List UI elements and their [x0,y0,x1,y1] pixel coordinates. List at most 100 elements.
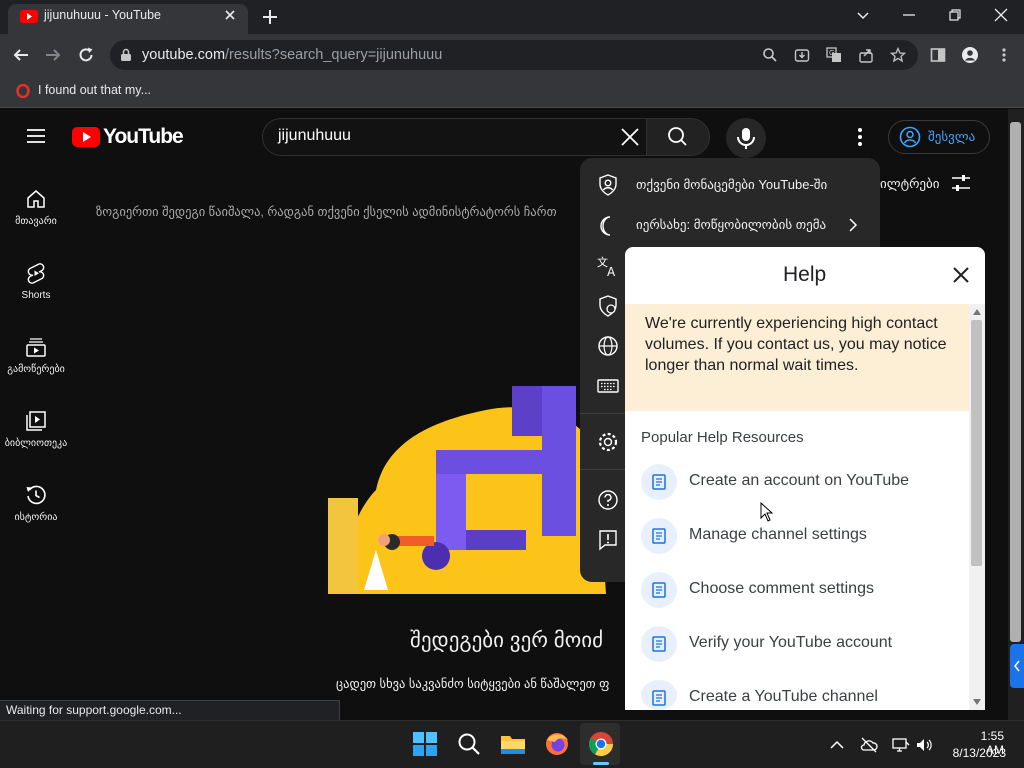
share-icon[interactable] [858,47,874,63]
feedback-icon[interactable] [596,528,620,552]
sidebar-item-history[interactable]: ისტორია [0,484,72,523]
sign-in-label: შესვლა [928,129,976,144]
bookmark-star-icon[interactable] [890,47,906,63]
scroll-down-arrow-icon[interactable] [972,698,982,706]
mouse-cursor-icon [760,502,774,522]
status-text: Waiting for support.google.com... [6,703,182,717]
opera-bookmark-icon [16,84,30,98]
moon-icon [596,214,620,238]
firefox-icon[interactable] [543,730,571,758]
subscriptions-icon [26,338,46,357]
menu-divider [580,413,625,414]
help-icon[interactable] [596,488,620,512]
url-host: youtube.com [142,47,226,63]
help-article-link[interactable]: Manage channel settings [689,526,867,544]
help-article-link[interactable]: Create a YouTube channel [689,688,878,706]
new-tab-icon[interactable] [260,7,280,27]
file-explorer-icon[interactable] [499,730,527,758]
globe-icon[interactable] [596,334,620,358]
restore-icon[interactable] [946,6,964,24]
search-input-value[interactable]: jijunuhuuu [278,127,351,145]
no-results-subtitle: ცადეთ სხვა საკვანძო სიტყვები ან წაშალეთ … [336,677,610,691]
search-button[interactable] [646,118,710,156]
bookmarks-bar [0,76,1024,108]
cloud-offline-icon[interactable] [860,736,878,754]
help-scrollbar-thumb[interactable] [971,320,982,566]
restricted-mode-icon[interactable] [596,294,620,318]
help-article-link[interactable]: Create an account on YouTube [689,472,909,490]
translate-icon[interactable]: 文A [596,254,620,278]
home-icon [27,190,45,208]
close-icon[interactable] [950,264,972,286]
sidebar-item-library[interactable]: ბიბლიოთეკა [0,410,72,449]
chrome-icon[interactable] [587,730,615,758]
forward-icon[interactable] [44,46,62,64]
install-app-icon[interactable] [794,47,810,63]
chevron-up-icon[interactable] [828,736,846,754]
help-title: Help [783,263,827,286]
tab-search-icon[interactable] [854,6,872,24]
active-app-indicator [593,762,609,765]
article-icon [641,518,677,554]
keyboard-icon[interactable] [596,374,620,398]
profile-icon[interactable] [962,47,978,63]
youtube-logo-text[interactable]: YouTube [103,125,184,149]
voice-search-button[interactable] [726,118,766,158]
article-icon [641,464,677,500]
article-icon [641,626,677,662]
no-results-title: შედეგები ვერ მოიძ [410,629,604,652]
url-path: /results?search_query=jijunuhuuu [225,47,443,63]
sidebar-item-shorts[interactable]: Shorts [0,262,72,301]
sidebar-item-label: ისტორია [14,512,58,523]
history-icon [26,485,46,505]
tab-title: jijunuhuuu - YouTube [44,8,161,22]
translate-page-icon[interactable]: G [826,47,842,63]
url-text[interactable]: youtube.com/results?search_query=jijunuh… [142,47,442,63]
clear-search-icon[interactable] [620,127,640,147]
volume-icon[interactable] [915,736,933,754]
gear-icon[interactable] [596,430,620,454]
side-panel-icon[interactable] [930,47,946,63]
help-article-link[interactable]: Choose comment settings [689,580,874,598]
reload-icon[interactable] [77,46,95,64]
menu-divider [580,469,625,470]
youtube-favicon-icon [20,10,38,23]
user-shield-icon [596,173,620,197]
microphone-icon [737,128,755,149]
sidebar-item-subscriptions[interactable]: გამოწერები [0,336,72,375]
youtube-logo-icon[interactable] [72,127,100,147]
hamburger-menu-icon[interactable] [26,128,46,144]
library-icon [26,411,46,431]
network-icon[interactable] [892,736,910,754]
menu-item-your-data[interactable]: თქვენი მონაცემები YouTube-ში [636,177,827,193]
close-window-icon[interactable] [992,6,1010,24]
more-options-icon[interactable] [852,127,868,147]
filters-label[interactable]: ილტრები [880,176,939,192]
bookmark-item[interactable]: I found out that my... [38,83,151,97]
scroll-up-arrow-icon[interactable] [972,308,982,316]
account-circle-icon [899,126,921,148]
zoom-search-icon[interactable] [762,47,778,63]
help-article-link[interactable]: Verify your YouTube account [689,634,892,652]
back-icon[interactable] [12,46,30,64]
lock-icon[interactable] [120,48,132,62]
sidebar-item-home[interactable]: მთავარი [0,188,72,227]
search-icon[interactable] [455,730,483,758]
menu-item-appearance[interactable]: იერსახე: მოწყობილობის თემა [636,217,826,233]
minimize-icon[interactable] [900,6,918,24]
sidebar-item-label: Shorts [21,290,51,301]
svg-text:G: G [829,49,834,57]
windows-start-icon[interactable] [411,730,439,758]
restricted-results-notice: ზოგიერთი შედეგი წაიშალა, რადგან თქვენი ქ… [96,205,557,219]
filters-icon[interactable] [950,172,972,194]
sidebar-item-label: მთავარი [15,216,57,227]
chrome-menu-icon[interactable] [996,47,1012,63]
chevron-right-icon [846,217,860,233]
side-panel-toggle[interactable] [1010,644,1024,688]
sidebar-item-label: ბიბლიოთეკა [4,438,68,449]
tab-close-icon[interactable] [222,7,238,23]
high-volume-banner-text: We're currently experiencing high contac… [645,315,947,374]
page-scrollbar-thumb[interactable] [1010,122,1021,642]
article-icon [641,680,677,710]
clock-date[interactable]: 8/13/2023 [946,746,1006,760]
